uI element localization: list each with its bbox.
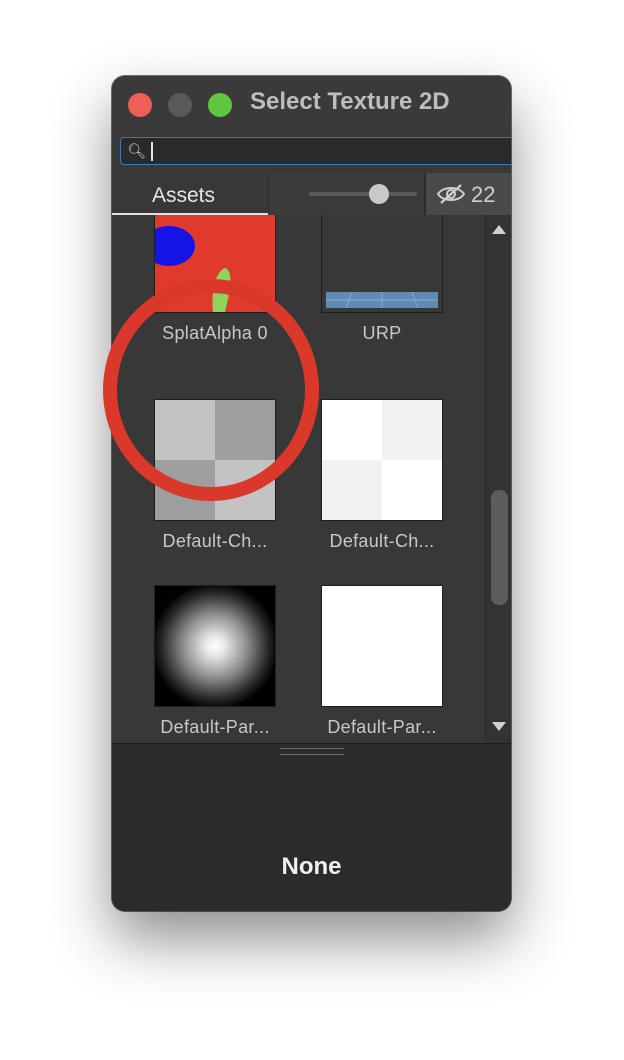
tab-bar: Assets 22 (112, 173, 511, 215)
asset-label: Default-Ch... (329, 531, 435, 551)
search-input[interactable] (155, 140, 495, 162)
selected-texture-name: None (281, 853, 342, 880)
grid-plane-thumbnail (322, 215, 442, 312)
window-title: Select Texture 2D (250, 88, 450, 115)
text-caret (151, 142, 153, 161)
eye-slash-icon (436, 184, 466, 204)
minimize-button[interactable] (168, 93, 192, 117)
preview-panel: None (112, 743, 511, 911)
asset-label: Default-Par... (327, 717, 437, 737)
close-button[interactable] (128, 93, 152, 117)
particle-radial-thumbnail (155, 586, 275, 706)
maximize-button[interactable] (208, 93, 232, 117)
asset-label: Default-Par... (160, 717, 270, 737)
splat-texture-thumbnail (155, 215, 275, 312)
search-field[interactable]: 🔍︎ (120, 137, 511, 165)
hidden-count: 22 (471, 182, 496, 207)
tab-assets[interactable]: Assets (112, 173, 268, 215)
scroll-down-arrow-icon[interactable] (492, 722, 506, 731)
title-bar: Select Texture 2D (112, 76, 511, 132)
asset-label: SplatAlpha 0 (162, 323, 268, 343)
select-texture-window: Select Texture 2D 🔍︎ Assets 22 SplatAlph… (112, 76, 511, 911)
checker-grey-thumbnail (155, 400, 275, 520)
slider-thumb[interactable] (369, 184, 390, 204)
asset-label: Default-Ch... (162, 531, 268, 551)
white-square-thumbnail (322, 586, 442, 706)
splitter-grip[interactable] (280, 748, 344, 755)
scrollbar-thumb[interactable] (491, 490, 508, 605)
search-icon: 🔍︎ (127, 143, 147, 160)
asset-grid: SplatAlpha 0 URP Default-Ch... Default-C… (112, 215, 485, 743)
slider-track[interactable] (309, 192, 417, 196)
vertical-scrollbar[interactable] (485, 215, 511, 743)
tab-assets-label: Assets (152, 184, 216, 207)
hidden-packages-toggle[interactable]: 22 (426, 173, 511, 215)
scroll-up-arrow-icon[interactable] (492, 225, 506, 234)
checker-white-thumbnail (322, 400, 442, 520)
thumbnail-size-slider[interactable] (269, 173, 424, 215)
asset-label: URP (362, 323, 402, 343)
